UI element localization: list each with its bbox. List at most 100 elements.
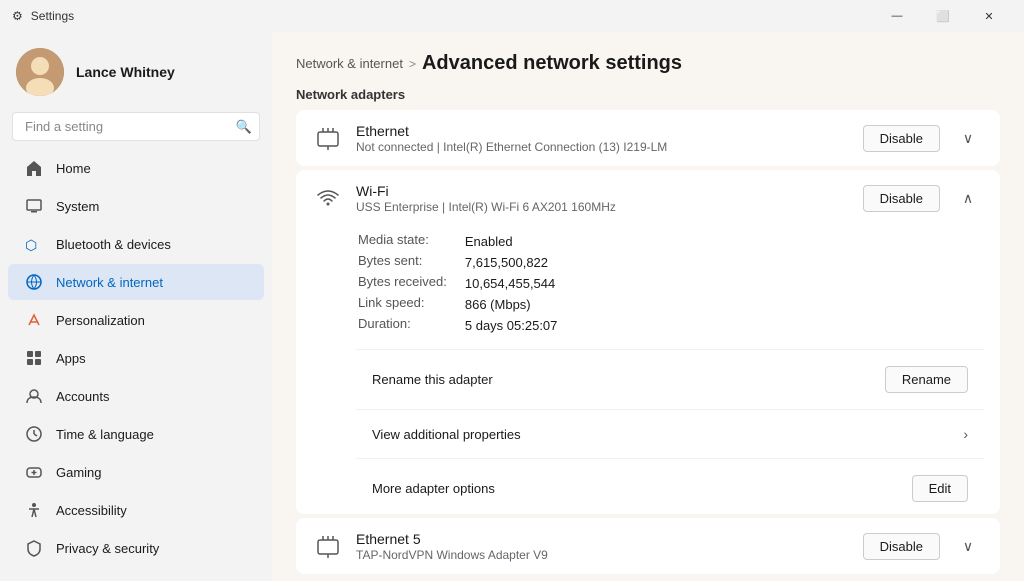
sidebar-item-gaming[interactable]: Gaming — [8, 454, 264, 490]
wifi-disable-button[interactable]: Disable — [863, 185, 940, 212]
gaming-icon — [24, 462, 44, 482]
avatar-svg — [16, 48, 64, 96]
duration-value: 5 days 05:25:07 — [465, 316, 558, 335]
bytes-sent-value: 7,615,500,822 — [465, 253, 558, 272]
wifi-details-table: Media state: Enabled Bytes sent: 7,615,5… — [356, 230, 559, 337]
wifi-expanded-details: Media state: Enabled Bytes sent: 7,615,5… — [296, 226, 1000, 514]
rename-button[interactable]: Rename — [885, 366, 968, 393]
bytes-sent-label: Bytes sent: — [358, 253, 463, 272]
sidebar: Lance Whitney 🔍 Home System ⬡ Bluetooth … — [0, 32, 272, 581]
link-speed-label: Link speed: — [358, 295, 463, 314]
duration-label: Duration: — [358, 316, 463, 335]
ethernet5-info: Ethernet 5 TAP-NordVPN Windows Adapter V… — [356, 531, 851, 562]
minimize-button[interactable]: — — [874, 0, 920, 32]
ethernet-icon — [312, 122, 344, 154]
search-box: 🔍 — [12, 112, 260, 141]
nav-label-accounts: Accounts — [56, 389, 109, 404]
maximize-button[interactable]: ⬜ — [920, 0, 966, 32]
home-icon — [24, 158, 44, 178]
duration-row: Duration: 5 days 05:25:07 — [358, 316, 557, 335]
ethernet-adapter-row: Ethernet Not connected | Intel(R) Ethern… — [296, 110, 1000, 166]
wifi-name: Wi-Fi — [356, 183, 851, 199]
sidebar-item-home[interactable]: Home — [8, 150, 264, 186]
title-bar-controls: — ⬜ ✕ — [874, 0, 1012, 32]
media-state-row: Media state: Enabled — [358, 232, 557, 251]
ethernet-disable-button[interactable]: Disable — [863, 125, 940, 152]
sidebar-item-apps[interactable]: Apps — [8, 340, 264, 376]
search-input[interactable] — [12, 112, 260, 141]
apps-icon — [24, 348, 44, 368]
ethernet5-icon — [312, 530, 344, 562]
breadcrumb-current: Advanced network settings — [422, 52, 682, 75]
ethernet5-expand-button[interactable]: ∨ — [952, 530, 984, 562]
link-speed-value: 866 (Mbps) — [465, 295, 558, 314]
wifi-desc: USS Enterprise | Intel(R) Wi-Fi 6 AX201 … — [356, 200, 851, 214]
nav-label-personalization: Personalization — [56, 313, 145, 328]
divider-3 — [356, 458, 984, 459]
nav-label-accessibility: Accessibility — [56, 503, 127, 518]
personalization-icon — [24, 310, 44, 330]
view-properties-label: View additional properties — [372, 427, 951, 442]
more-options-label: More adapter options — [372, 481, 900, 496]
ethernet5-adapter-card: Ethernet 5 TAP-NordVPN Windows Adapter V… — [296, 518, 1000, 574]
sidebar-item-network[interactable]: Network & internet — [8, 264, 264, 300]
svg-text:⬡: ⬡ — [25, 237, 37, 253]
media-state-label: Media state: — [358, 232, 463, 251]
wifi-collapse-button[interactable]: ∧ — [952, 182, 984, 214]
breadcrumb: Network & internet > Advanced network se… — [296, 52, 1000, 75]
bluetooth-icon: ⬡ — [24, 234, 44, 254]
nav-label-system: System — [56, 199, 99, 214]
ethernet5-name: Ethernet 5 — [356, 531, 851, 547]
sidebar-item-accessibility[interactable]: Accessibility — [8, 492, 264, 528]
adapters-list: Ethernet Not connected | Intel(R) Ethern… — [296, 110, 1000, 576]
ethernet-expand-button[interactable]: ∨ — [952, 122, 984, 154]
wifi-adapter-card: Wi-Fi USS Enterprise | Intel(R) Wi-Fi 6 … — [296, 170, 1000, 514]
nav-label-apps: Apps — [56, 351, 86, 366]
wifi-info: Wi-Fi USS Enterprise | Intel(R) Wi-Fi 6 … — [356, 183, 851, 214]
settings-icon: ⚙ — [12, 9, 23, 23]
divider-1 — [356, 349, 984, 350]
nav-label-gaming: Gaming — [56, 465, 102, 480]
close-button[interactable]: ✕ — [966, 0, 1012, 32]
nav-label-home: Home — [56, 161, 91, 176]
chevron-right-icon: › — [963, 426, 968, 442]
bytes-received-row: Bytes received: 10,654,455,544 — [358, 274, 557, 293]
ethernet5-disable-button[interactable]: Disable — [863, 533, 940, 560]
user-profile[interactable]: Lance Whitney — [0, 32, 272, 108]
accessibility-icon — [24, 500, 44, 520]
sidebar-item-system[interactable]: System — [8, 188, 264, 224]
media-state-value: Enabled — [465, 232, 558, 251]
section-title: Network adapters — [296, 87, 1000, 102]
title-bar: ⚙ Settings — ⬜ ✕ — [0, 0, 1024, 32]
app-body: Lance Whitney 🔍 Home System ⬡ Bluetooth … — [0, 32, 1024, 581]
wifi-adapter-row: Wi-Fi USS Enterprise | Intel(R) Wi-Fi 6 … — [296, 170, 1000, 226]
sidebar-item-privacy[interactable]: Privacy & security — [8, 530, 264, 566]
accounts-icon — [24, 386, 44, 406]
link-speed-row: Link speed: 866 (Mbps) — [358, 295, 557, 314]
sidebar-item-accounts[interactable]: Accounts — [8, 378, 264, 414]
sidebar-item-time[interactable]: Time & language — [8, 416, 264, 452]
search-icon: 🔍 — [236, 119, 252, 135]
divider-2 — [356, 409, 984, 410]
user-name: Lance Whitney — [76, 64, 175, 80]
ethernet5-adapter-row: Ethernet 5 TAP-NordVPN Windows Adapter V… — [296, 518, 1000, 574]
app-title: Settings — [31, 9, 74, 23]
time-icon — [24, 424, 44, 444]
ethernet-name: Ethernet — [356, 123, 851, 139]
rename-row: Rename this adapter Rename — [356, 354, 984, 405]
nav-label-privacy: Privacy & security — [56, 541, 159, 556]
ethernet-info: Ethernet Not connected | Intel(R) Ethern… — [356, 123, 851, 154]
nav-label-bluetooth: Bluetooth & devices — [56, 237, 171, 252]
sidebar-item-personalization[interactable]: Personalization — [8, 302, 264, 338]
sidebar-item-bluetooth[interactable]: ⬡ Bluetooth & devices — [8, 226, 264, 262]
nav-label-time: Time & language — [56, 427, 154, 442]
nav-label-network: Network & internet — [56, 275, 163, 290]
view-properties-row[interactable]: View additional properties › — [356, 414, 984, 454]
bytes-received-value: 10,654,455,544 — [465, 274, 558, 293]
network-icon — [24, 272, 44, 292]
main-content: Network & internet > Advanced network se… — [272, 32, 1024, 581]
more-options-row: More adapter options Edit — [356, 463, 984, 514]
avatar — [16, 48, 64, 96]
edit-button[interactable]: Edit — [912, 475, 968, 502]
ethernet-adapter-card: Ethernet Not connected | Intel(R) Ethern… — [296, 110, 1000, 166]
